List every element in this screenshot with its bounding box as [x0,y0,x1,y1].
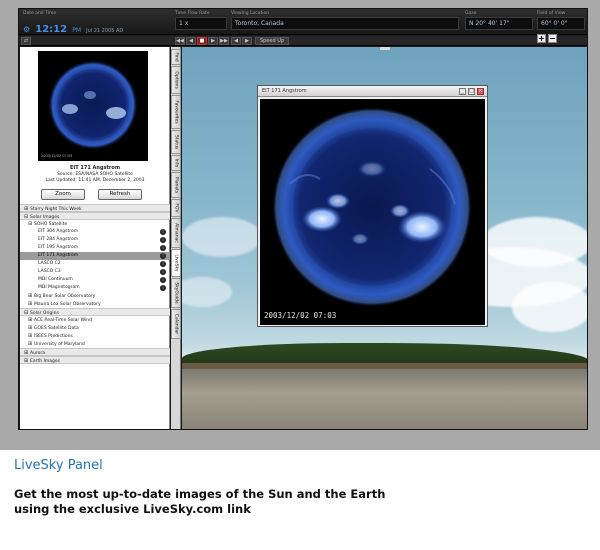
lake-water [182,369,587,429]
livesky-panel: 2003/12/02 07:03 EIT 171 Angstrom Source… [20,47,170,429]
cloud [512,282,587,332]
tree-item-ace[interactable]: ⊞ ACE Real-Time Solar Wind [20,316,170,324]
image-window-titlebar[interactable]: EIT 171 Angstrom _ □ × [258,86,487,97]
image-timestamp: 2003/12/02 07:03 [264,311,337,320]
clock-time[interactable]: 12:12 [35,24,67,35]
gear-icon[interactable]: ⚙ [23,25,30,34]
zoom-out-button[interactable]: − [548,34,557,43]
viewing-location-control: Viewing Location Toronto, Canada [231,11,459,30]
info-icon[interactable]: i [160,269,166,275]
zoom-in-button[interactable]: + [537,34,546,43]
top-control-bar: Date and Time ⚙ 12:12 PM Jul 21 2005 AD … [19,9,587,35]
location-prev-button[interactable]: ◀ [231,37,241,45]
fov-field[interactable]: 60° 0' 0" [537,17,585,30]
sun-thumbnail-image [48,60,138,150]
tab-options[interactable]: Options [171,66,181,94]
tree-item-starry[interactable]: ⊞ Starry Night This Week [20,204,170,212]
time-flow-field[interactable]: 1 x [175,17,227,30]
speed-up-button[interactable]: Speed Up [255,37,289,45]
tab-fov[interactable]: FOV [171,199,181,217]
tree-item-eit171[interactable]: EIT 171 Angstrom i [20,252,170,260]
tree-item-aurora[interactable]: ⊞ Aurora [20,348,170,356]
location-next-button[interactable]: ▶ [242,37,252,45]
resize-grip[interactable] [380,47,390,50]
tab-planets[interactable]: Planets [171,172,181,198]
maximize-icon[interactable]: □ [468,88,475,95]
fast-forward-button[interactable]: ▶▶ [219,37,229,45]
info-icon[interactable]: i [160,253,166,259]
solar-image-window[interactable]: EIT 171 Angstrom _ □ × 2003/12/02 07:03 [257,85,488,327]
tree-item-goes[interactable]: ⊞ GOES Satellite Data [20,324,170,332]
clock-ampm[interactable]: PM [72,27,81,34]
cloud [182,217,262,257]
tab-calendar[interactable]: Calendar [171,309,181,339]
tree-item-earth-images[interactable]: ⊞ Earth Images [20,356,170,364]
close-icon[interactable]: × [477,88,484,95]
info-icon[interactable]: i [160,285,166,291]
solar-image: 2003/12/02 07:03 [260,99,485,325]
tree-item-solar-origins[interactable]: ⊟ Solar Origins [20,308,170,316]
time-flow-control: Time Flow Rate 1 x [175,11,227,30]
vertical-tab-strip: Find Options Favourites Status Info Plan… [171,47,181,429]
cloud [182,277,232,307]
tab-almanac[interactable]: Almanac [171,218,181,248]
minimize-icon[interactable]: _ [459,88,466,95]
stop-button[interactable]: ■ [197,37,207,45]
viewing-location-field[interactable]: Toronto, Canada [231,17,459,30]
footer-description-line2: using the exclusive LiveSky.com link [14,502,251,516]
rewind-button[interactable]: ◀◀ [175,37,185,45]
tree-item-umd[interactable]: ⊞ University of Maryland [20,340,170,348]
tree-item-eit284[interactable]: EIT 284 Angstrom i [20,236,170,244]
info-icon[interactable]: i [160,237,166,243]
gaze-control: Gaze N 20° 40' 17" [465,11,533,30]
tab-favourites[interactable]: Favourites [171,95,181,129]
tree-item-big-bear[interactable]: ⊞ Big Bear Solar Observatory [20,292,170,300]
info-icon[interactable]: i [160,277,166,283]
tab-skyguide[interactable]: SkyGuide [171,278,181,308]
tree-item-mdi-continuum[interactable]: MDI Continuum i [20,276,170,284]
footer-description: Get the most up-to-date images of the Su… [14,487,574,517]
thumbnail-timestamp: 2003/12/02 07:03 [41,154,73,158]
tree-item-eit304[interactable]: EIT 304 Angstrom i [20,228,170,236]
app-window: Date and Time ⚙ 12:12 PM Jul 21 2005 AD … [18,8,588,430]
solar-thumbnail[interactable]: 2003/12/02 07:03 [38,51,148,161]
info-icon[interactable]: i [160,245,166,251]
info-icon[interactable]: i [160,229,166,235]
image-source-tree: ⊞ Starry Night This Week ⊟ Solar Images ⊟ S… [20,204,170,364]
tab-status[interactable]: Status [171,130,181,154]
tree-item-mauna-loa[interactable]: ⊞ Mauna Loa Solar Observatory [20,300,170,308]
sun-image [272,107,472,307]
refresh-button[interactable]: Refresh [98,189,142,200]
panel-toggle-icon[interactable]: ⇄ [21,37,31,45]
footer-title: LiveSky Panel [14,458,103,473]
tree-item-mdi-magnetogram[interactable]: MDI Magnetogram i [20,284,170,292]
image-window-title: EIT 171 Angstrom [262,88,307,94]
tree-item-eit195[interactable]: EIT 195 Angstrom i [20,244,170,252]
footer-description-line1: Get the most up-to-date images of the Su… [14,487,386,501]
tree-item-solar-images[interactable]: ⊟ Solar Images [20,212,170,220]
play-back-button[interactable]: ◀ [186,37,196,45]
tab-livesky[interactable]: LiveSky [171,249,181,277]
tree-item-soho[interactable]: ⊟ SOHO Satellite [20,220,170,228]
cloud [482,217,587,267]
clock-date[interactable]: Jul 21 2005 AD [86,28,123,34]
info-icon[interactable]: i [160,261,166,267]
caption-title: EIT 171 Angstrom [69,165,121,171]
secondary-toolbar: ⇄ ◀◀ ◀ ■ ▶ ▶▶ ◀ ▶ Speed Up [19,36,587,46]
tab-info[interactable]: Info [171,155,181,171]
tree-item-isees[interactable]: ⊞ ISEES Predictions [20,332,170,340]
tree-item-lasco-c2[interactable]: LASCO C2 i [20,260,170,268]
date-time-control: Date and Time ⚙ 12:12 PM Jul 21 2005 AD [23,11,133,35]
fov-control: Field of View 60° 0' 0" [537,11,585,30]
image-caption: EIT 171 Angstrom Source: ESA/NASA SOHO S… [20,164,170,184]
play-button[interactable]: ▶ [208,37,218,45]
caption-updated: Last Updated: 11:41 AM, December 2, 2003 [45,178,145,183]
gaze-field[interactable]: N 20° 40' 17" [465,17,533,30]
zoom-button[interactable]: Zoom [41,189,85,200]
tab-find[interactable]: Find [171,49,181,65]
tree-item-lasco-c3[interactable]: LASCO C3 i [20,268,170,276]
